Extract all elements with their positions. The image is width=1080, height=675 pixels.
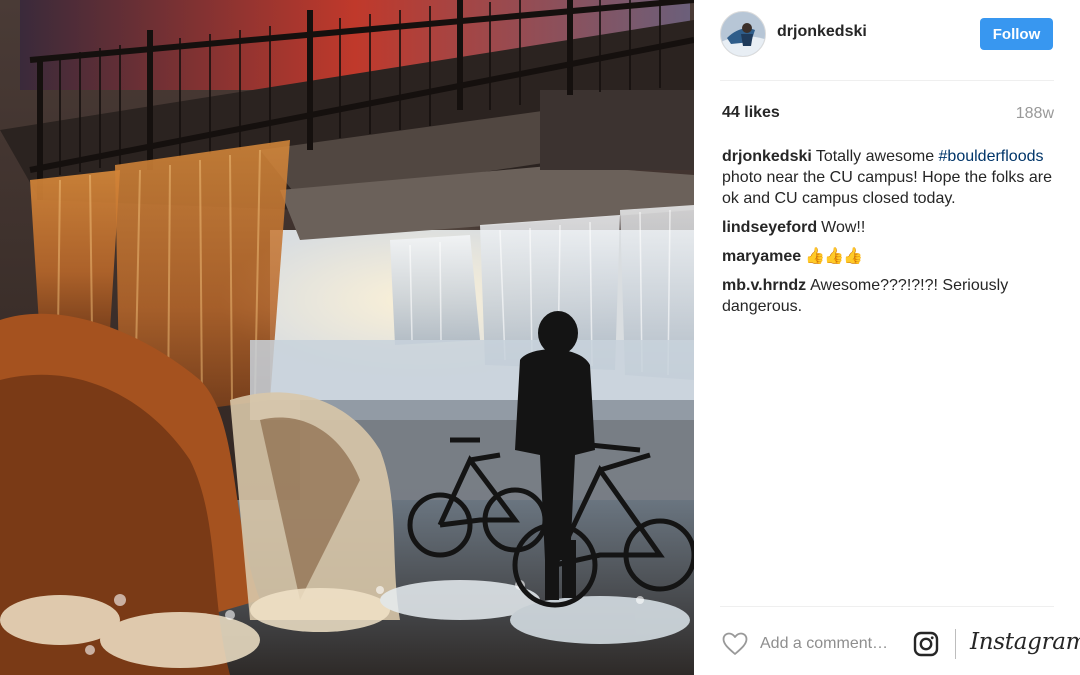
caption-text-before: Totally awesome bbox=[815, 148, 939, 165]
separator bbox=[955, 629, 956, 659]
divider bbox=[720, 80, 1054, 81]
add-comment-input[interactable] bbox=[760, 632, 910, 656]
divider bbox=[720, 606, 1054, 607]
comment-author[interactable]: lindseyeford bbox=[722, 219, 817, 236]
instagram-logo[interactable]: Instagram bbox=[970, 629, 1080, 655]
comment-text: 👍👍👍 bbox=[805, 248, 863, 265]
caption-author[interactable]: drjonkedski bbox=[722, 148, 812, 165]
comment-author[interactable]: mb.v.hrndz bbox=[722, 277, 806, 294]
comment-author[interactable]: maryamee bbox=[722, 248, 801, 265]
follow-button[interactable]: Follow bbox=[980, 18, 1053, 50]
caption-text-after: photo near the CU campus! Hope the folks… bbox=[722, 169, 1052, 207]
list-item: lindseyeford Wow!! bbox=[722, 217, 1052, 238]
caption: drjonkedski Totally awesome #boulderflood… bbox=[722, 146, 1052, 209]
comment-text: Wow!! bbox=[821, 219, 866, 236]
comments-list: drjonkedski Totally awesome #boulderflood… bbox=[722, 146, 1052, 325]
post-stats: 44 likes 188w bbox=[722, 102, 1054, 126]
post-footer: Instagram bbox=[694, 612, 1080, 675]
post-header: drjonkedski Follow bbox=[694, 0, 1080, 80]
username[interactable]: drjonkedski bbox=[777, 23, 867, 41]
heart-outline-icon[interactable] bbox=[722, 632, 748, 656]
likes-count[interactable]: 44 likes bbox=[722, 104, 780, 122]
hashtag-link[interactable]: #boulderfloods bbox=[939, 148, 1044, 165]
post-age[interactable]: 188w bbox=[1016, 105, 1054, 123]
list-item: maryamee 👍👍👍 bbox=[722, 246, 1052, 267]
post-photo[interactable] bbox=[0, 0, 694, 675]
post-side-panel: drjonkedski Follow 44 likes 188w drjonke… bbox=[694, 0, 1080, 675]
avatar-photo-icon bbox=[721, 12, 765, 56]
flood-photo-illustration bbox=[0, 0, 694, 675]
avatar[interactable] bbox=[720, 11, 766, 57]
instagram-camera-icon[interactable] bbox=[913, 631, 939, 657]
list-item: mb.v.hrndz Awesome???!?!?! Seriously dang… bbox=[722, 275, 1052, 317]
